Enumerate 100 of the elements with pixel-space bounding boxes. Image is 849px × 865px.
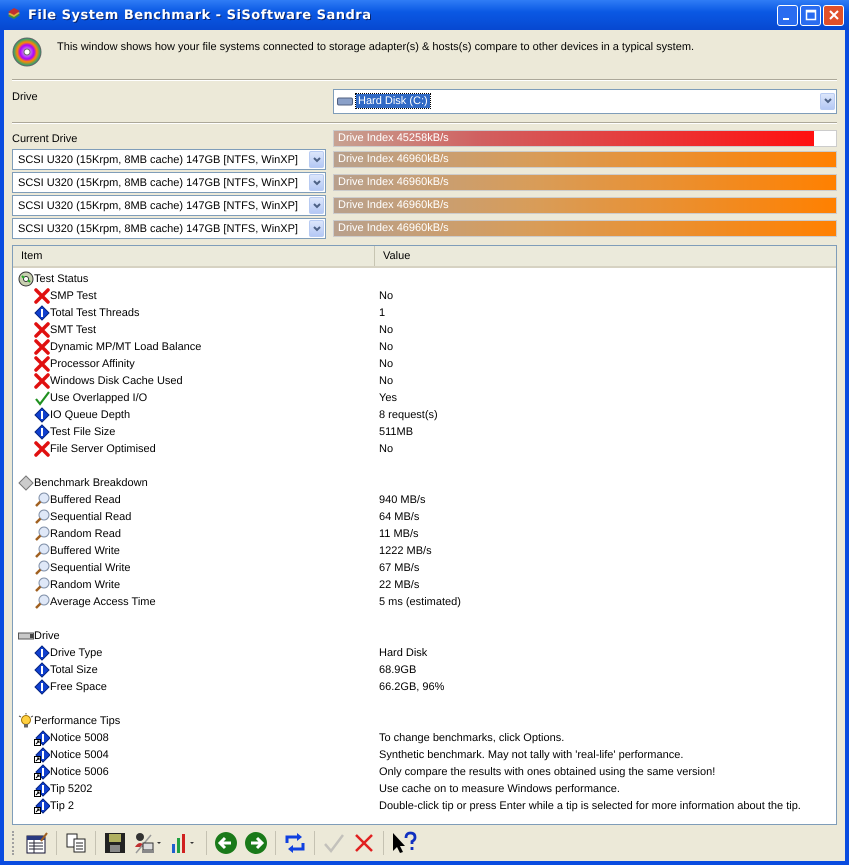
item-value: 68.9GB — [379, 664, 418, 676]
current-drive-label: Current Drive — [12, 132, 78, 144]
item-value: Use cache on to measure Windows performance. — [379, 782, 621, 794]
section-label[interactable]: Performance Tips — [34, 714, 120, 726]
refresh-arrows-icon — [283, 831, 307, 855]
magnifier-icon — [34, 508, 50, 524]
item-label[interactable]: Test File Size — [50, 426, 116, 438]
item-label[interactable]: Sequential Read — [50, 510, 132, 522]
item-value: No — [379, 340, 394, 352]
forward-button[interactable] — [242, 829, 270, 857]
section-label[interactable]: Test Status — [34, 272, 88, 284]
info-icon — [34, 678, 50, 694]
item-label[interactable]: Total Test Threads — [50, 306, 140, 318]
item-value: 1222 MB/s — [379, 544, 433, 556]
column-header[interactable]: Value — [375, 246, 836, 266]
item-label[interactable]: Processor Affinity — [50, 358, 135, 370]
item-value: No — [379, 358, 394, 370]
save-icon — [103, 831, 127, 855]
info-shortcut-icon — [34, 730, 50, 746]
bar-text: Drive Index 46960kB/s — [338, 153, 449, 165]
item-label[interactable]: Total Size — [50, 664, 98, 676]
close-icon — [828, 9, 840, 21]
item-value: 66.2GB, 96% — [379, 680, 446, 692]
cross-icon — [34, 322, 50, 338]
section-label[interactable]: Drive — [34, 630, 60, 642]
item-label[interactable]: Tip 2 — [50, 800, 74, 812]
item-value: No — [379, 324, 394, 336]
maximize-button[interactable] — [800, 4, 821, 26]
cross-icon — [34, 288, 50, 304]
item-label[interactable]: Buffered Read — [50, 494, 121, 506]
cross-icon — [34, 372, 50, 388]
item-label[interactable]: Drive Type — [50, 646, 102, 658]
disc-icon — [18, 270, 34, 286]
window-title: File System Benchmark - SiSoftware Sandra — [28, 8, 372, 22]
info-shortcut-icon — [34, 746, 50, 762]
item-label[interactable]: Notice 5006 — [50, 766, 109, 778]
item-label[interactable]: Sequential Write — [50, 562, 131, 574]
item-value: No — [379, 374, 394, 386]
close-button[interactable] — [823, 4, 844, 26]
device-dropdown[interactable]: SCSI U320 (15Krpm, 8MB cache) 147GB [NTFS, WinXP] — [12, 195, 326, 216]
info-icon — [34, 662, 50, 678]
column-header[interactable]: Item — [13, 246, 375, 266]
item-value: 67 MB/s — [379, 562, 420, 574]
item-label[interactable]: Notice 5004 — [50, 748, 109, 760]
item-value: 22 MB/s — [379, 578, 420, 590]
item-value: Synthetic benchmark. May not tally with 'real-life' performance. — [379, 748, 684, 760]
magnifier-icon — [34, 526, 50, 542]
item-label[interactable]: File Server Optimised — [50, 442, 156, 454]
item-value: No — [379, 290, 394, 302]
item-value: No — [379, 442, 394, 454]
bar-text: Drive Index 46960kB/s — [338, 222, 449, 234]
item-value: 64 MB/s — [379, 510, 420, 522]
item-label[interactable]: Free Space — [50, 680, 107, 692]
item-label[interactable]: Random Write — [50, 578, 120, 590]
report-icon — [25, 831, 49, 855]
description-text: This window shows how your file systems connected to storage adapter(s) & hosts(s) compare to other devices in a typical system. — [57, 40, 694, 53]
magnifier-icon — [34, 492, 50, 508]
item-value: Yes — [379, 392, 398, 404]
bar-text: Drive Index 46960kB/s — [338, 176, 449, 188]
item-value: 11 MB/s — [379, 528, 420, 540]
device-dropdown[interactable]: SCSI U320 (15Krpm, 8MB cache) 147GB [NTFS, WinXP] — [12, 149, 326, 170]
copy-icon — [64, 831, 88, 855]
item-label[interactable]: IO Queue Depth — [50, 408, 130, 420]
item-label[interactable]: Use Overlapped I/O — [50, 392, 148, 404]
section-label[interactable]: Benchmark Breakdown — [34, 476, 148, 488]
user-computer-icon — [133, 831, 163, 855]
item-value: 511MB — [379, 426, 414, 438]
bar-text: Drive Index 45258kB/s — [338, 132, 449, 144]
info-icon — [34, 406, 50, 422]
item-label[interactable]: SMT Test — [50, 324, 96, 336]
drive-label: Drive — [12, 90, 39, 103]
lightbulb-icon — [18, 712, 34, 728]
device-dropdown[interactable]: SCSI U320 (15Krpm, 8MB cache) 147GB [NTFS, WinXP] — [12, 172, 326, 193]
minimize-button[interactable] — [777, 4, 798, 26]
info-shortcut-icon — [34, 780, 50, 796]
device-dropdown[interactable]: SCSI U320 (15Krpm, 8MB cache) 147GB [NTFS, WinXP] — [12, 218, 326, 239]
item-value: 940 MB/s — [379, 494, 426, 506]
cross-icon — [34, 440, 50, 456]
info-shortcut-icon — [34, 798, 50, 814]
back-button[interactable] — [212, 829, 240, 857]
item-label[interactable]: Tip 5202 — [50, 782, 92, 794]
drive-icon — [337, 96, 353, 106]
item-label[interactable]: Average Access Time — [50, 596, 156, 608]
item-label[interactable]: Windows Disk Cache Used — [50, 374, 183, 386]
info-icon — [34, 644, 50, 660]
info-shortcut-icon — [34, 764, 50, 780]
item-label[interactable]: Notice 5008 — [50, 732, 109, 744]
item-value: Hard Disk — [379, 646, 428, 658]
magnifier-icon — [34, 576, 50, 592]
item-label[interactable]: SMP Test — [50, 290, 97, 302]
maximize-icon — [804, 9, 816, 21]
help-pointer-icon — [391, 831, 417, 855]
item-label[interactable]: Random Read — [50, 528, 121, 540]
item-label[interactable]: Dynamic MP/MT Load Balance — [50, 340, 202, 352]
drive-dropdown[interactable]: Hard Disk (C:) — [333, 88, 837, 114]
disc-icon — [11, 36, 43, 68]
item-label[interactable]: Buffered Write — [50, 544, 120, 556]
diamond-icon — [18, 474, 34, 490]
magnifier-icon — [34, 560, 50, 576]
item-value: 5 ms (estimated) — [379, 596, 462, 608]
